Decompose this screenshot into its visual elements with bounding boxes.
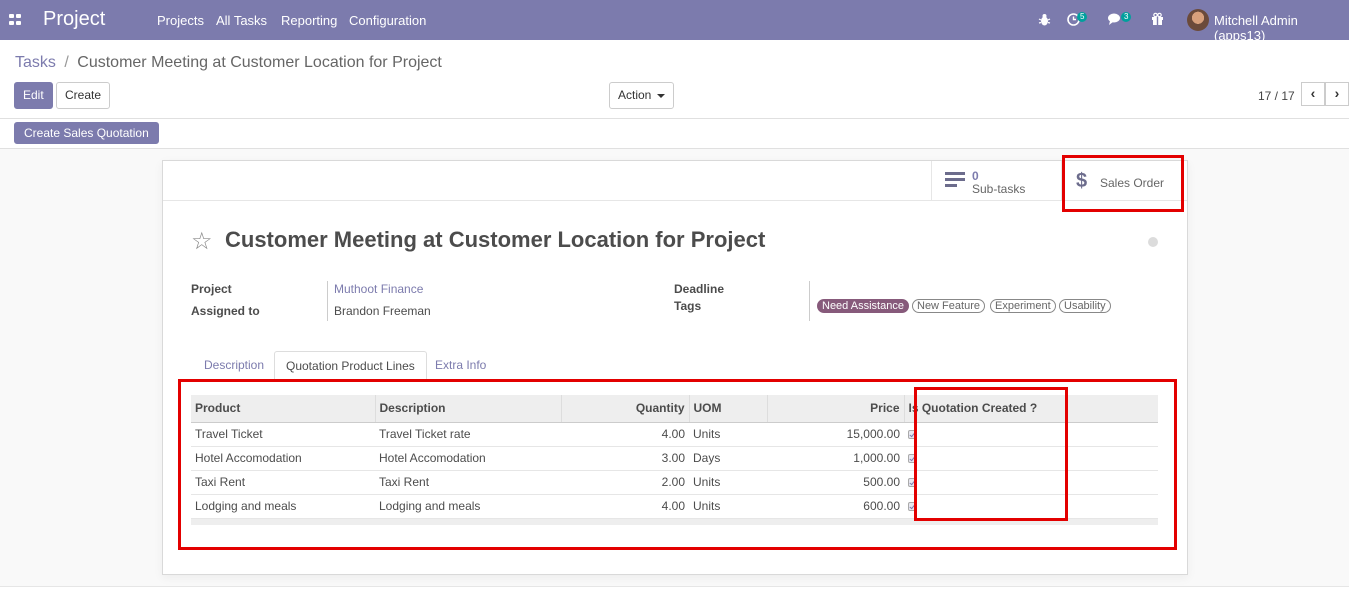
table-row[interactable]: Lodging and meals Lodging and meals 4.00…	[191, 494, 1158, 519]
cell-product: Taxi Rent	[191, 470, 375, 495]
cell-quantity: 4.00	[561, 422, 689, 447]
column-quantity[interactable]: Quantity	[560, 395, 689, 423]
app-name[interactable]: Project	[43, 8, 105, 31]
cell-uom: Units	[689, 494, 767, 519]
notebook-tabs: Description Quotation Product Lines Extr…	[191, 351, 1158, 381]
subtasks-button[interactable]: 0 Sub-tasks	[931, 161, 1061, 201]
field-separator	[327, 281, 328, 321]
column-description[interactable]: Description	[374, 395, 561, 423]
cell-product: Hotel Accomodation	[191, 446, 375, 471]
column-price[interactable]: Price	[766, 395, 904, 423]
field-separator	[809, 281, 810, 321]
activity-count-badge: 5	[1077, 12, 1088, 22]
cell-description: Hotel Accomodation	[375, 446, 561, 471]
message-count-badge: 3	[1121, 12, 1132, 22]
checkbox-checked-icon[interactable]	[908, 478, 917, 488]
cell-quantity: 3.00	[561, 446, 689, 471]
cell-uom: Days	[689, 446, 767, 471]
action-dropdown[interactable]: Action	[609, 82, 675, 109]
apps-menu-icon[interactable]	[9, 14, 21, 25]
deadline-label: Deadline	[674, 282, 725, 296]
cell-quantity: 4.00	[561, 494, 689, 519]
checkbox-checked-icon[interactable]	[908, 502, 917, 512]
menu-projects[interactable]: Projects	[157, 13, 204, 28]
gift-icon[interactable]	[1151, 12, 1164, 26]
column-product[interactable]: Product	[191, 395, 375, 423]
kanban-state-indicator[interactable]	[1148, 237, 1158, 247]
project-field[interactable]: Muthoot Finance	[334, 282, 423, 296]
tasks-list-icon	[945, 172, 965, 188]
cell-is-quotation-created	[904, 422, 1158, 447]
menu-reporting[interactable]: Reporting	[281, 13, 337, 28]
cell-quantity: 2.00	[561, 470, 689, 495]
control-panel: Tasks / Customer Meeting at Customer Loc…	[0, 40, 1349, 119]
cell-product: Lodging and meals	[191, 494, 375, 519]
tag-usability[interactable]: Usability	[1059, 299, 1111, 313]
cell-product: Travel Ticket	[191, 422, 375, 447]
tag-need-assistance[interactable]: Need Assistance	[817, 299, 909, 313]
tab-description[interactable]: Description	[193, 351, 275, 381]
cell-price: 500.00	[767, 470, 904, 495]
cell-description: Lodging and meals	[375, 494, 561, 519]
create-sales-quotation-button[interactable]: Create Sales Quotation	[14, 122, 159, 144]
checkbox-checked-icon[interactable]	[908, 454, 917, 464]
top-navbar: Project Projects All Tasks Reporting Con…	[0, 0, 1349, 43]
action-label: Action	[618, 88, 652, 102]
edit-button[interactable]: Edit	[14, 82, 53, 109]
table-footer	[191, 518, 1158, 525]
menu-configuration[interactable]: Configuration	[349, 13, 426, 28]
task-title: Customer Meeting at Customer Location fo…	[225, 227, 766, 252]
chatter-area	[0, 586, 1349, 608]
cell-description: Travel Ticket rate	[375, 422, 561, 447]
pager-next-button[interactable]: ›	[1325, 82, 1349, 106]
pager-previous-button[interactable]: ‹	[1301, 82, 1325, 106]
cell-description: Taxi Rent	[375, 470, 561, 495]
cell-price: 15,000.00	[767, 422, 904, 447]
table-header-row: Product Description Quantity UOM Price I…	[191, 395, 1158, 423]
breadcrumb: Tasks / Customer Meeting at Customer Loc…	[15, 54, 442, 72]
tab-extra-info[interactable]: Extra Info	[424, 351, 497, 381]
smart-button-box: 0 Sub-tasks $ Sales Order	[163, 161, 1187, 201]
form-sheet: 0 Sub-tasks $ Sales Order ☆ Customer Mee…	[162, 160, 1188, 575]
menu-all-tasks[interactable]: All Tasks	[216, 13, 267, 28]
user-menu[interactable]: Mitchell Admin (apps13)	[1214, 13, 1349, 43]
bug-icon[interactable]	[1038, 13, 1051, 27]
caret-down-icon	[657, 93, 666, 98]
sales-order-button[interactable]: $ Sales Order	[1061, 161, 1187, 201]
assigned-to-label: Assigned to	[191, 304, 260, 318]
tag-experiment[interactable]: Experiment	[990, 299, 1056, 313]
project-label: Project	[191, 282, 232, 296]
checkbox-checked-icon[interactable]	[908, 430, 917, 440]
table-row[interactable]: Taxi Rent Taxi Rent 2.00 Units 500.00	[191, 470, 1158, 495]
column-is-quotation-created[interactable]: Is Quotation Created ?	[903, 395, 1158, 423]
breadcrumb-current: Customer Meeting at Customer Location fo…	[77, 54, 442, 71]
table-row[interactable]: Hotel Accomodation Hotel Accomodation 3.…	[191, 446, 1158, 471]
star-icon[interactable]: ☆	[191, 227, 213, 256]
cell-is-quotation-created	[904, 446, 1158, 471]
quotation-lines-table: Product Description Quantity UOM Price I…	[191, 395, 1158, 525]
user-avatar[interactable]	[1187, 9, 1209, 31]
cell-uom: Units	[689, 470, 767, 495]
cell-price: 600.00	[767, 494, 904, 519]
form-statusbar: Create Sales Quotation	[0, 119, 1349, 149]
assigned-to-field[interactable]: Brandon Freeman	[334, 304, 431, 318]
sales-order-label: Sales Order	[1100, 176, 1165, 190]
column-uom[interactable]: UOM	[688, 395, 767, 423]
breadcrumb-separator: /	[64, 54, 69, 71]
cell-is-quotation-created	[904, 494, 1158, 519]
pager-value[interactable]: 17 / 17	[1258, 89, 1295, 103]
subtasks-count: 0	[972, 169, 979, 183]
cell-price: 1,000.00	[767, 446, 904, 471]
subtasks-label: Sub-tasks	[972, 182, 1026, 196]
breadcrumb-tasks[interactable]: Tasks	[15, 54, 56, 71]
tag-new-feature[interactable]: New Feature	[912, 299, 985, 313]
tab-quotation-product-lines[interactable]: Quotation Product Lines	[274, 351, 427, 381]
table-row[interactable]: Travel Ticket Travel Ticket rate 4.00 Un…	[191, 422, 1158, 447]
create-button[interactable]: Create	[56, 82, 111, 109]
cell-is-quotation-created	[904, 470, 1158, 495]
tags-label: Tags	[674, 299, 702, 313]
cell-uom: Units	[689, 422, 767, 447]
dollar-icon: $	[1076, 170, 1088, 192]
